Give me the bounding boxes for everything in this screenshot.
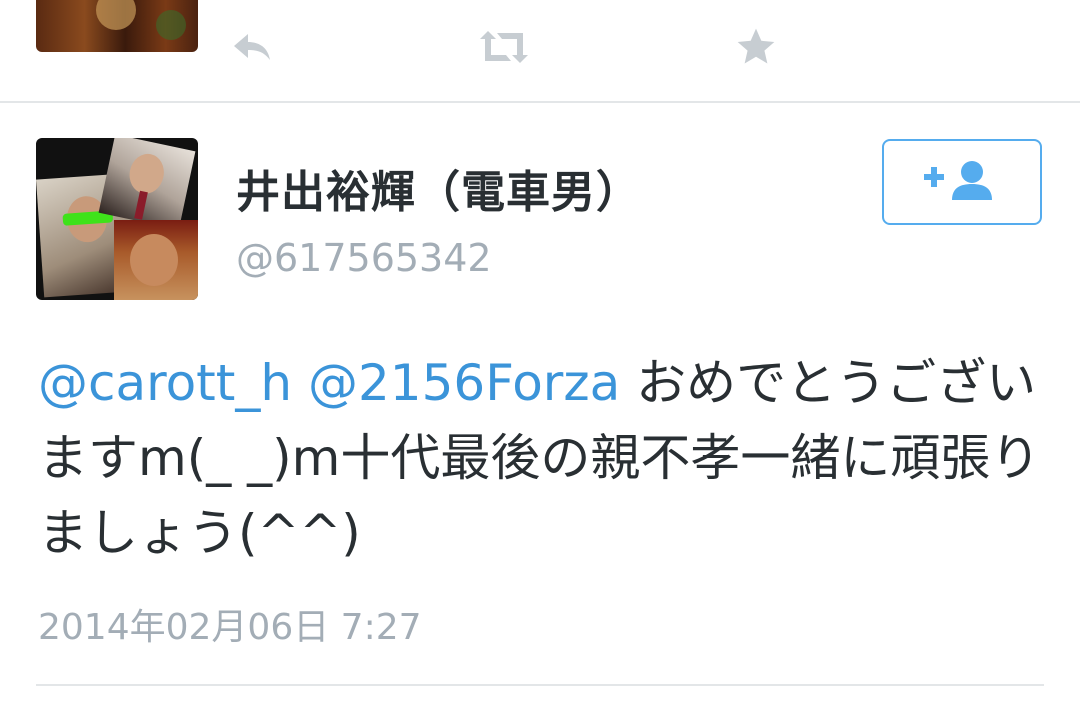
follow-button[interactable] [882, 139, 1042, 225]
tweet-divider [36, 684, 1044, 686]
tweet-screen: 井出裕輝（電車男） @617565342 @carott_h @2156Forz… [0, 0, 1080, 713]
previous-tweet-avatar[interactable] [36, 0, 198, 52]
follow-user-icon [922, 156, 1002, 208]
author-screen-name[interactable]: @617565342 [236, 236, 492, 280]
tweet-timestamp[interactable]: 2014年02月06日 7:27 [38, 598, 422, 650]
reply-icon [230, 30, 274, 64]
reply-button[interactable] [230, 25, 274, 69]
author-display-name[interactable]: 井出裕輝（電車男） [236, 156, 641, 220]
author-avatar[interactable] [36, 138, 198, 300]
tweet-divider [0, 101, 1080, 103]
retweet-icon [476, 27, 532, 67]
retweet-button[interactable] [480, 25, 528, 69]
star-icon [734, 25, 778, 69]
mention-link[interactable]: @carott_h [38, 354, 292, 412]
favorite-button[interactable] [734, 25, 778, 69]
mention-link[interactable]: @2156Forza [308, 354, 620, 412]
tweet-text: @carott_h @2156Forza おめでとうございますm(_ _)m十代… [38, 346, 1048, 571]
